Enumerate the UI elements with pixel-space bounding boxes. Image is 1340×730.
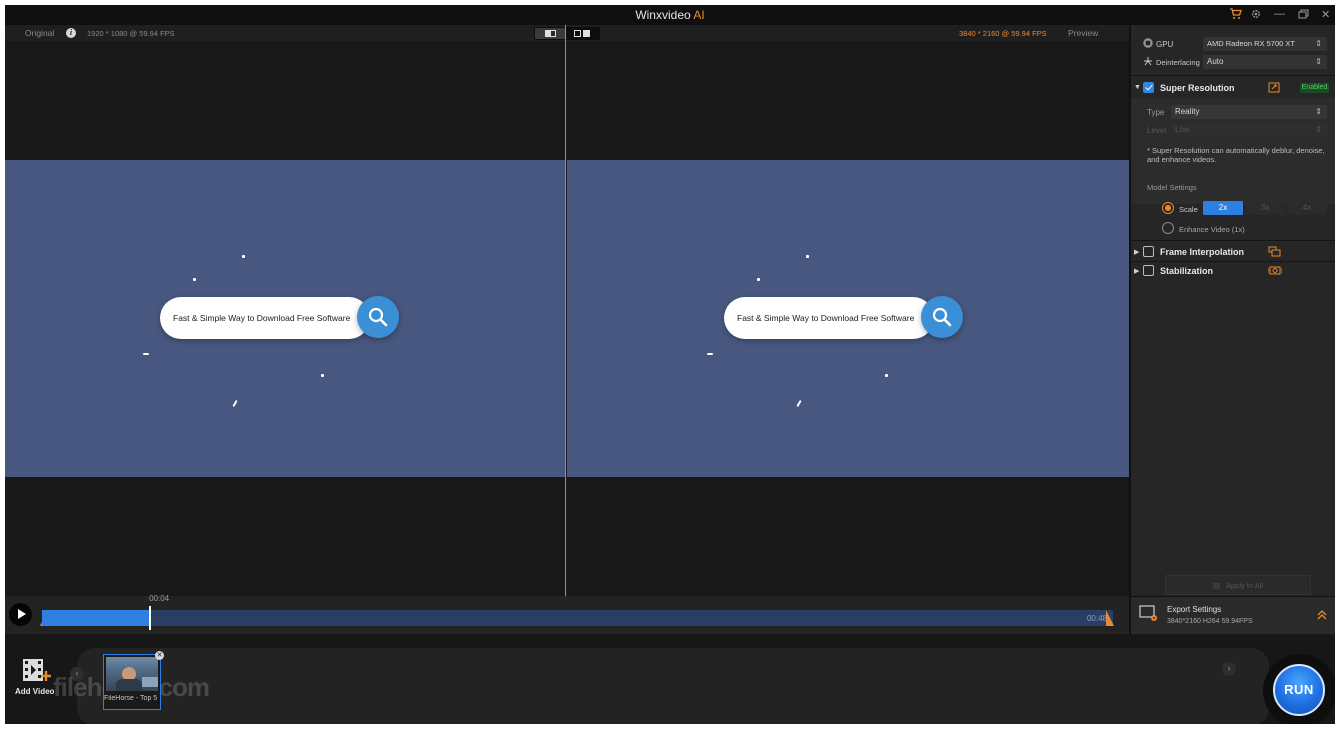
chevron-updown-icon: ⇕ bbox=[1315, 107, 1322, 116]
model-settings-label: Model Settings bbox=[1147, 183, 1197, 192]
export-settings-icon bbox=[1139, 605, 1157, 621]
deinterlacing-value: Auto bbox=[1207, 57, 1224, 66]
timeline-progress bbox=[42, 610, 150, 626]
scale-label: Scale bbox=[1179, 205, 1198, 214]
compare-mode-toggle[interactable] bbox=[534, 27, 600, 40]
super-resolution-section[interactable]: ▼ Super Resolution Enabled bbox=[1131, 79, 1335, 97]
search-button-graphic bbox=[357, 296, 399, 338]
restore-window-icon[interactable] bbox=[1298, 9, 1309, 19]
stabilization-title: Stabilization bbox=[1160, 266, 1214, 276]
thumbnail-label: FileHorse - Top 5 bbox=[104, 695, 158, 702]
frame-interpolation-checkbox[interactable] bbox=[1143, 246, 1154, 257]
chevron-updown-icon: ⇕ bbox=[1315, 57, 1322, 66]
expand-triangle-icon[interactable]: ▶ bbox=[1134, 267, 1139, 275]
export-settings-title: Export Settings bbox=[1167, 605, 1222, 614]
app-window: Winxvideo AI — ✕ Original i 1920 * 1080 … bbox=[5, 5, 1335, 724]
title-bar: Winxvideo AI — ✕ bbox=[5, 5, 1335, 25]
playhead[interactable]: 00:04 bbox=[149, 594, 169, 630]
media-bin: Add Video ‹ filehorse.com FileHorse - To… bbox=[5, 634, 1335, 724]
level-select[interactable]: Low ⇕ bbox=[1171, 123, 1327, 137]
search-bar-graphic: Fast & Simple Way to Download Free Softw… bbox=[160, 297, 370, 339]
comparison-divider[interactable] bbox=[565, 25, 566, 596]
settings-gear-icon[interactable] bbox=[1250, 8, 1263, 20]
stabilization-camera-icon[interactable] bbox=[1268, 265, 1282, 276]
timeline-bar: 00:04 00:48 bbox=[5, 594, 1129, 634]
enhance-video-radio[interactable] bbox=[1162, 222, 1174, 234]
run-button[interactable]: RUN bbox=[1273, 664, 1325, 716]
side-by-side-button[interactable] bbox=[568, 28, 599, 39]
trim-end-handle[interactable] bbox=[1106, 610, 1114, 626]
chevron-updown-icon: ⇕ bbox=[1315, 125, 1322, 134]
enhance-video-label: Enhance Video (1x) bbox=[1179, 225, 1245, 234]
apply-to-all-label: Apply to All bbox=[1225, 581, 1264, 590]
stabilization-checkbox[interactable] bbox=[1143, 265, 1154, 276]
enabled-badge: Enabled bbox=[1300, 83, 1329, 93]
expand-triangle-icon[interactable]: ▶ bbox=[1134, 248, 1139, 256]
collapse-triangle-icon[interactable]: ▼ bbox=[1134, 84, 1141, 91]
search-icon bbox=[368, 307, 388, 327]
scroll-right-button[interactable]: › bbox=[1222, 662, 1236, 676]
video-thumbnail[interactable]: FileHorse - Top 5 bbox=[103, 654, 161, 710]
preview-video-pane: Fast & Simple Way to Download Free Softw… bbox=[567, 41, 1129, 596]
cart-icon[interactable] bbox=[1229, 8, 1242, 20]
preview-header: Original i 1920 * 1080 @ 59.94 FPS 3840 … bbox=[5, 25, 1129, 41]
search-icon bbox=[932, 307, 952, 327]
preview-label: Preview bbox=[1068, 28, 1099, 38]
type-value: Reality bbox=[1175, 107, 1200, 116]
apply-to-all-button[interactable]: ▤ Apply to All bbox=[1165, 575, 1311, 595]
add-video-label: Add Video bbox=[15, 687, 55, 696]
super-resolution-title: Super Resolution bbox=[1160, 83, 1235, 93]
stabilization-section[interactable]: ▶ Stabilization bbox=[1131, 262, 1335, 280]
frame-interpolation-title: Frame Interpolation bbox=[1160, 247, 1245, 257]
scale-radio[interactable] bbox=[1162, 202, 1174, 214]
gpu-label: GPU bbox=[1156, 40, 1174, 49]
video-frame: Fast & Simple Way to Download Free Softw… bbox=[5, 160, 565, 477]
remove-video-button[interactable]: ✕ bbox=[155, 651, 164, 660]
super-resolution-note: * Super Resolution can automatically deb… bbox=[1147, 146, 1325, 164]
split-view-button[interactable] bbox=[535, 28, 566, 39]
export-settings-bar[interactable]: Export Settings 3840*2160 H264 59.94FPS bbox=[1129, 596, 1335, 634]
chevron-updown-icon: ⇕ bbox=[1315, 39, 1322, 48]
original-label: Original bbox=[25, 28, 55, 38]
deinterlace-icon bbox=[1144, 57, 1152, 66]
media-strip bbox=[77, 648, 1269, 724]
deinterlacing-select[interactable]: Auto ⇕ bbox=[1203, 55, 1327, 69]
gpu-value: AMD Radeon RX 5700 XT bbox=[1207, 39, 1295, 48]
super-resolution-checkbox[interactable] bbox=[1143, 82, 1154, 93]
gpu-select[interactable]: AMD Radeon RX 5700 XT ⇕ bbox=[1203, 37, 1327, 51]
app-title: Winxvideo AI bbox=[635, 8, 705, 22]
type-label: Type bbox=[1147, 108, 1165, 117]
timeline-track[interactable]: 00:04 00:48 bbox=[42, 594, 1113, 630]
thumbnail-image bbox=[106, 657, 158, 691]
level-label: Level bbox=[1147, 126, 1167, 135]
settings-panel: GPU AMD Radeon RX 5700 XT ⇕ Deinterlacing… bbox=[1129, 25, 1335, 634]
compare-expand-icon[interactable] bbox=[1268, 82, 1280, 93]
deinterlacing-label: Deinterlacing bbox=[1156, 58, 1200, 67]
video-frame: Fast & Simple Way to Download Free Softw… bbox=[567, 160, 1129, 477]
copy-icon: ▤ bbox=[1212, 581, 1220, 590]
frame-interpolation-section[interactable]: ▶ Frame Interpolation bbox=[1131, 243, 1335, 261]
level-value: Low bbox=[1175, 125, 1190, 134]
export-settings-details: 3840*2160 H264 59.94FPS bbox=[1167, 618, 1253, 625]
chip-icon bbox=[1143, 38, 1153, 48]
current-time: 00:04 bbox=[149, 594, 170, 603]
scale-2x-button[interactable]: 2x bbox=[1203, 201, 1243, 215]
minimize-button[interactable]: — bbox=[1274, 8, 1285, 20]
original-resolution: 1920 * 1080 @ 59.94 FPS bbox=[87, 29, 175, 38]
play-button[interactable] bbox=[9, 603, 32, 626]
info-icon[interactable]: i bbox=[66, 28, 76, 38]
chevron-up-double-icon[interactable] bbox=[1317, 609, 1327, 621]
output-resolution: 3840 * 2160 @ 59.94 FPS bbox=[959, 29, 1047, 38]
end-time: 00:48 bbox=[1086, 614, 1107, 623]
frames-icon[interactable] bbox=[1268, 246, 1281, 257]
type-select[interactable]: Reality ⇕ bbox=[1171, 105, 1327, 119]
original-video-pane: Fast & Simple Way to Download Free Softw… bbox=[5, 41, 565, 596]
scale-4x-button[interactable]: 4x bbox=[1287, 201, 1327, 215]
search-button-graphic bbox=[921, 296, 963, 338]
add-video-icon bbox=[23, 659, 51, 681]
search-bar-graphic: Fast & Simple Way to Download Free Softw… bbox=[724, 297, 934, 339]
scale-3x-button[interactable]: 3x bbox=[1245, 201, 1285, 215]
close-button[interactable]: ✕ bbox=[1321, 8, 1330, 21]
